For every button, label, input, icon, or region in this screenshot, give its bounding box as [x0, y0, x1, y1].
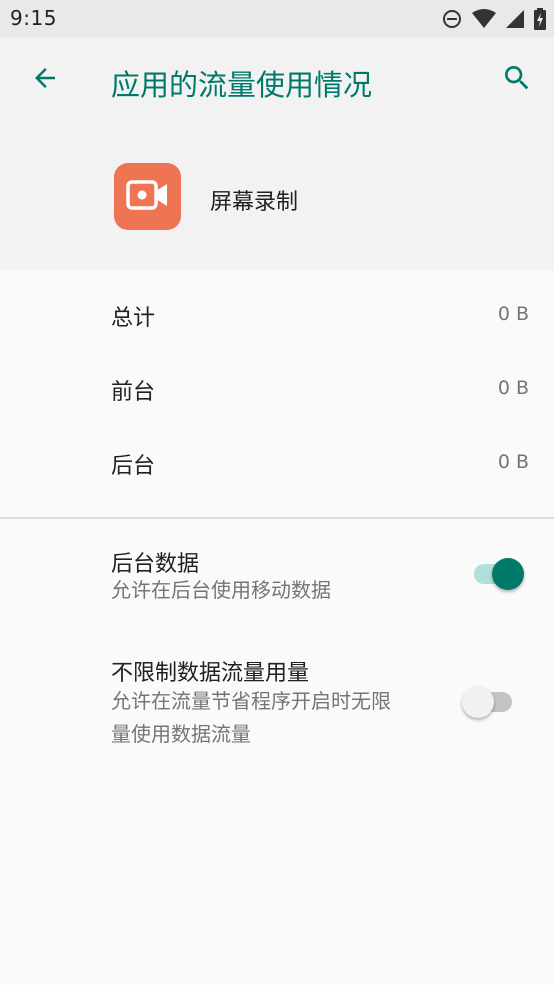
setting-summary: 允许在后台使用移动数据 — [111, 578, 331, 602]
page-title: 应用的流量使用情况 — [111, 68, 373, 102]
usage-label: 总计 — [111, 306, 156, 331]
setting-summary-line-1: 允许在流量节省程序开启时无限 — [111, 689, 391, 713]
battery-charging-icon — [534, 8, 546, 30]
do-not-disturb-icon — [442, 9, 462, 29]
divider — [0, 517, 554, 519]
usage-value: 0 B — [497, 377, 529, 399]
usage-label: 后台 — [111, 454, 156, 479]
video-camera-icon — [125, 179, 170, 214]
background-data-setting[interactable]: 后台数据 允许在后台使用移动数据 — [0, 530, 554, 620]
usage-list: 总计 0 B 前台 0 B 后台 0 B — [0, 270, 554, 492]
toggle-thumb — [462, 686, 494, 718]
usage-row-background: 后台 0 B — [0, 418, 554, 492]
arrow-back-icon — [30, 63, 60, 97]
usage-row-foreground: 前台 0 B — [0, 344, 554, 418]
search-button[interactable] — [496, 59, 538, 101]
usage-label: 前台 — [111, 380, 156, 405]
status-icons — [442, 8, 546, 30]
unrestricted-data-toggle[interactable] — [462, 684, 514, 718]
back-button[interactable] — [24, 59, 66, 101]
status-time: 9:15 — [10, 6, 57, 30]
usage-value: 0 B — [497, 303, 529, 325]
app-header: 屏幕录制 — [0, 123, 554, 270]
unrestricted-data-setting[interactable]: 不限制数据流量用量 允许在流量节省程序开启时无限 量使用数据流量 — [0, 645, 554, 765]
app-name: 屏幕录制 — [210, 190, 299, 215]
usage-value: 0 B — [497, 451, 529, 473]
search-icon — [501, 62, 533, 98]
setting-summary-line-2: 量使用数据流量 — [111, 722, 251, 746]
wifi-icon — [472, 9, 496, 29]
setting-title: 不限制数据流量用量 — [111, 661, 310, 686]
status-bar: 9:15 — [0, 0, 554, 37]
background-data-toggle[interactable] — [472, 556, 524, 590]
app-bar: 应用的流量使用情况 — [0, 37, 554, 123]
toggle-thumb — [492, 558, 524, 590]
usage-row-total: 总计 0 B — [0, 270, 554, 344]
cell-signal-icon — [506, 9, 524, 29]
app-icon — [114, 163, 181, 230]
